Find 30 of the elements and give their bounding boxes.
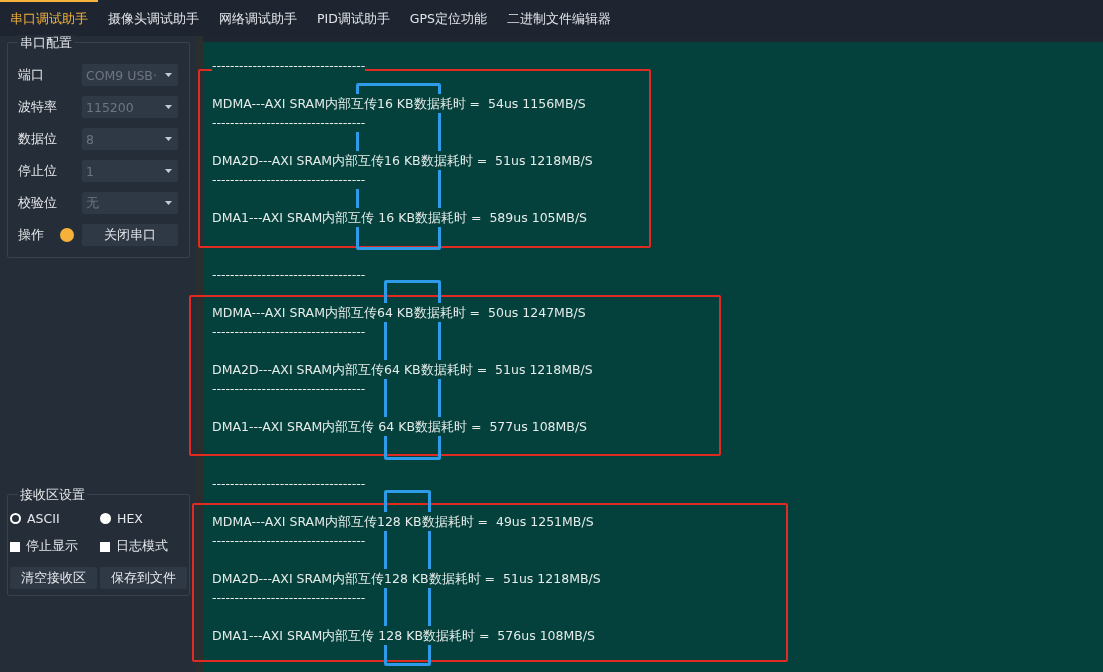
field-label: 端口 — [18, 66, 45, 84]
tab[interactable]: 二进制文件编辑器 — [497, 0, 622, 36]
field-label: 停止位 — [18, 162, 58, 180]
tab[interactable]: GPS定位功能 — [399, 0, 498, 36]
radio-button[interactable] — [10, 513, 21, 524]
group-title: 接收区设置 — [18, 487, 87, 504]
splitter-bar[interactable] — [195, 36, 203, 672]
close-port-button[interactable]: 关闭串口 — [82, 224, 178, 246]
tab[interactable]: 网络调试助手 — [209, 0, 307, 36]
action-button[interactable]: 保存到文件 — [100, 567, 187, 589]
checkbox-label: 日志模式 — [116, 538, 168, 555]
tab[interactable]: PID调试助手 — [307, 0, 400, 36]
field-label: 操作 — [18, 226, 45, 244]
field-label: 校验位 — [18, 194, 58, 212]
radio-button[interactable] — [100, 513, 111, 524]
radio-label: ASCII — [27, 511, 60, 526]
checkbox[interactable] — [10, 541, 20, 552]
caret-icon — [165, 137, 172, 141]
action-button[interactable]: 清空接收区 — [10, 567, 97, 589]
field-label: 波特率 — [18, 98, 58, 116]
caret-icon — [165, 201, 172, 205]
caret-icon — [165, 105, 172, 109]
radio-label: HEX — [117, 511, 143, 526]
group-title: 串口配置 — [18, 35, 74, 52]
tab[interactable]: 摄像头调试助手 — [98, 0, 209, 36]
checkbox-label: 停止显示 — [26, 538, 78, 555]
field-label: 数据位 — [18, 130, 58, 148]
caret-icon — [165, 73, 172, 77]
caret-icon — [165, 169, 172, 173]
checkbox[interactable] — [100, 541, 110, 552]
